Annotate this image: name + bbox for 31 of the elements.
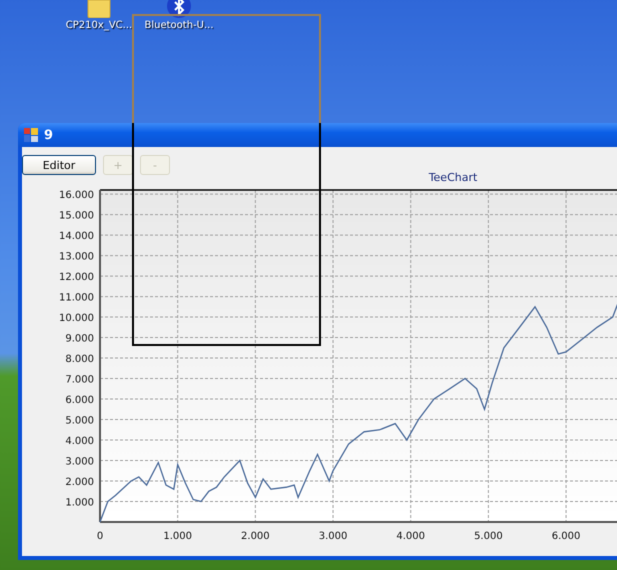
desktop-icon-label[interactable]: CP210x_VC... bbox=[66, 20, 132, 31]
y-axis-label: 2.000 bbox=[65, 477, 94, 488]
y-axis-label: 1.000 bbox=[65, 498, 94, 508]
x-axis-label: 2.000 bbox=[241, 531, 270, 542]
x-axis-label: 6.000 bbox=[552, 531, 580, 542]
y-axis-label: 7.000 bbox=[65, 374, 94, 386]
y-axis-label: 6.000 bbox=[65, 395, 94, 406]
x-axis-label: 4.000 bbox=[396, 531, 426, 542]
toolbar-button[interactable]: Editor bbox=[22, 155, 96, 175]
x-axis-label: 1.000 bbox=[163, 531, 192, 542]
x-axis-label: 3.000 bbox=[318, 531, 348, 542]
y-axis-label: 4.000 bbox=[65, 436, 94, 448]
app-icon bbox=[24, 128, 38, 142]
x-axis-label: 0 bbox=[96, 531, 104, 542]
y-axis-label: 8.000 bbox=[65, 354, 94, 366]
y-axis-label: 15.000 bbox=[59, 210, 94, 222]
y-axis-label: 14.000 bbox=[59, 231, 94, 242]
y-axis-label: 16.000 bbox=[59, 190, 94, 202]
y-axis-label: 13.000 bbox=[59, 252, 94, 263]
desktop-icon-label[interactable]: Bluetooth-U... bbox=[144, 20, 214, 31]
y-axis-label: 5.000 bbox=[65, 416, 94, 427]
y-axis-label: 12.000 bbox=[59, 272, 94, 284]
y-axis-label: 9.000 bbox=[65, 334, 94, 345]
y-axis-label: 3.000 bbox=[65, 456, 94, 468]
chart-title: TeeChart bbox=[428, 172, 478, 184]
bluetooth-icon[interactable] bbox=[167, 0, 191, 18]
y-axis-label: 10.000 bbox=[59, 313, 94, 324]
y-axis-label: 11.000 bbox=[59, 292, 94, 304]
folder-icon[interactable] bbox=[86, 0, 112, 18]
window-title: 9 bbox=[44, 128, 54, 142]
x-axis-label: 5.000 bbox=[474, 531, 503, 542]
